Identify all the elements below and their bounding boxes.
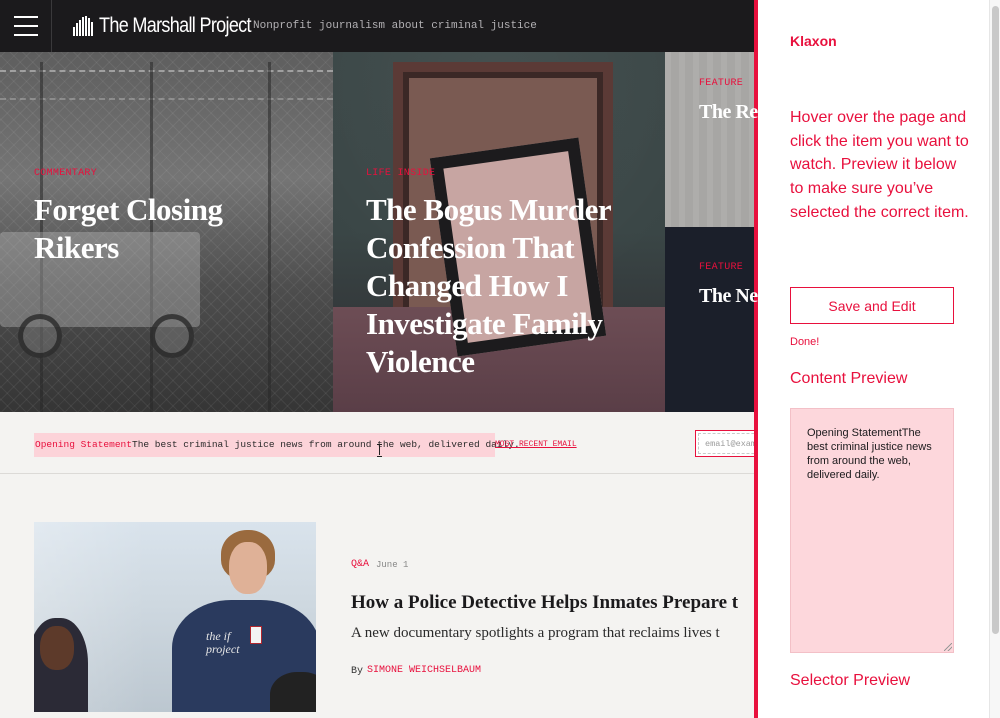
- article-dek: A new documentary spotlights a program t…: [351, 625, 720, 641]
- hero-title-1[interactable]: Forget Closing Rikers: [34, 191, 314, 267]
- hamburger-menu-icon[interactable]: [0, 0, 52, 52]
- hero-kicker-1[interactable]: COMMENTARY: [34, 168, 97, 179]
- hero-kicker-2[interactable]: LIFE INSIDE: [366, 168, 435, 179]
- article-date: June 1: [376, 560, 409, 570]
- scrollbar-thumb[interactable]: [992, 6, 999, 634]
- content-preview-text: Opening StatementThe best criminal justi…: [807, 427, 932, 481]
- hero-title-3[interactable]: The Re: [699, 100, 758, 124]
- newsletter-label[interactable]: Opening Statement: [35, 439, 132, 450]
- content-preview-box[interactable]: Opening StatementThe best criminal justi…: [790, 408, 954, 653]
- top-nav: The Marshall Project Nonprofit journalis…: [0, 0, 760, 52]
- hero-title-4[interactable]: The Ne: [699, 284, 758, 308]
- site-name: The Marshall Project: [99, 14, 252, 37]
- site-tagline: Nonprofit journalism about criminal just…: [253, 20, 537, 32]
- hero-tile-feature-2[interactable]: [665, 227, 760, 412]
- content-preview-heading: Content Preview: [790, 370, 908, 387]
- article-image[interactable]: the if project: [34, 522, 316, 712]
- hero-grid: COMMENTARY Forget Closing Rikers LIFE IN…: [0, 52, 760, 412]
- klaxon-panel: Klaxon Hover over the page and click the…: [754, 0, 989, 718]
- article-title[interactable]: How a Police Detective Helps Inmates Pre…: [351, 592, 738, 614]
- newsletter-description[interactable]: The best criminal justice news from arou…: [132, 439, 520, 450]
- hero-title-2[interactable]: The Bogus Murder Confession That Changed…: [366, 191, 656, 381]
- newsletter-strip: Opening Statement The best criminal just…: [0, 412, 760, 474]
- klaxon-title: Klaxon: [790, 33, 837, 49]
- klaxon-instructions: Hover over the page and click the item y…: [790, 109, 969, 221]
- scrollbar[interactable]: [989, 0, 1000, 718]
- article-author[interactable]: SIMONE WEICHSELBAUM: [367, 665, 481, 676]
- done-link[interactable]: Done!: [790, 336, 819, 348]
- image-shirt-text: the if project: [206, 629, 240, 656]
- byline-prefix: By: [351, 666, 364, 677]
- most-recent-email-link[interactable]: MOST RECENT EMAIL: [495, 440, 577, 449]
- hero-kicker-4[interactable]: FEATURE: [699, 262, 743, 273]
- site-logo[interactable]: The Marshall Project: [73, 13, 276, 39]
- hero-kicker-3[interactable]: FEATURE: [699, 78, 743, 89]
- selector-preview-heading: Selector Preview: [790, 672, 911, 689]
- resize-handle-icon[interactable]: [944, 643, 952, 651]
- text-cursor-icon: [377, 444, 383, 457]
- logo-bars-icon: [73, 16, 94, 36]
- article-kicker[interactable]: Q&A: [351, 559, 369, 570]
- id-badge: [250, 626, 262, 644]
- save-and-edit-button[interactable]: Save and Edit: [790, 287, 954, 324]
